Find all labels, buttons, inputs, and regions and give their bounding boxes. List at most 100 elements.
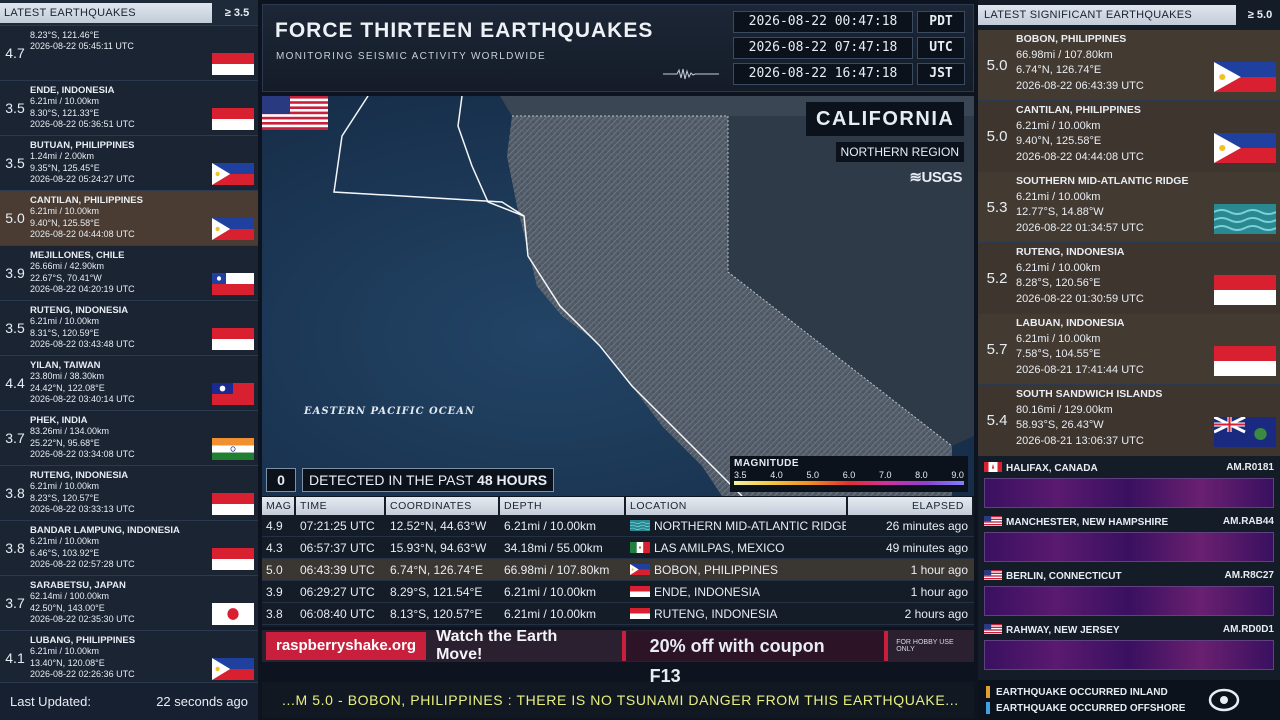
item-name: RUTENG, INDONESIA — [1016, 246, 1125, 258]
seismic-stations: HALIFAX, CANADA AM.R0181 MANCHESTER, NEW H… — [978, 458, 1280, 674]
station-label: RAHWAY, NEW JERSEY AM.RD0D1 — [984, 624, 1274, 636]
item-magnitude: 3.5 — [5, 155, 25, 171]
table-row[interactable]: 3.8 06:08:40 UTC 8.13°S, 120.57°E 6.21mi / … — [262, 603, 974, 625]
item-dist: 6.21mi / 10.00km — [30, 206, 100, 217]
item-magnitude: 4.7 — [5, 45, 25, 61]
list-item[interactable]: 3.8 BANDAR LAMPUNG, INDONESIA 6.21mi / 10.… — [0, 521, 258, 576]
list-item[interactable]: 3.5 RUTENG, INDONESIA 6.21mi / 10.00km 8.31… — [0, 301, 258, 356]
magnitude-filter[interactable]: ≥ 3.5 — [216, 7, 258, 19]
cell-coordinates: 6.74°N, 126.74°E — [390, 563, 483, 577]
usa-flag-icon — [262, 96, 328, 130]
ad-banner[interactable]: raspberryshake.org Watch the Earth Move!… — [262, 628, 974, 686]
india-flag-icon — [212, 438, 254, 460]
region-map[interactable]: CALIFORNIA NORTHERN REGION ≋USGS EASTERN… — [262, 96, 974, 496]
list-item[interactable]: 4.7 8.23°S, 121.46°E 2026-08-22 05:45:11 U… — [0, 26, 258, 81]
indonesia-flag-icon — [630, 608, 650, 619]
list-item[interactable]: 5.3 SOUTHERN MID-ATLANTIC RIDGE 6.21mi / 1… — [978, 172, 1280, 243]
table-row[interactable]: 5.0 06:43:39 UTC 6.74°N, 126.74°E 66.98mi /… — [262, 559, 974, 581]
indonesia-flag-icon — [212, 548, 254, 570]
list-item[interactable]: 5.0 CANTILAN, PHILIPPINES 6.21mi / 10.00km… — [0, 191, 258, 246]
magnitude-filter[interactable]: ≥ 5.0 — [1240, 9, 1280, 21]
list-item[interactable]: 3.8 RUTENG, INDONESIA 6.21mi / 10.00km 8.23… — [0, 466, 258, 521]
list-item[interactable]: 4.1 LUBANG, PHILIPPINES 6.21mi / 10.00km 13… — [0, 631, 258, 686]
list-item[interactable]: 3.5 ENDE, INDONESIA 6.21mi / 10.00km 8.30°S… — [0, 81, 258, 136]
column-header[interactable]: DEPTH — [500, 497, 624, 515]
cell-time: 06:08:40 UTC — [300, 607, 375, 621]
ocean-flag-icon — [1214, 204, 1276, 234]
legend-ticks: 3.5 4.0 5.0 6.0 7.0 8.0 9.0 — [734, 470, 964, 480]
cell-depth: 66.98mi / 107.80km — [504, 563, 610, 577]
item-dist: 6.21mi / 10.00km — [30, 96, 100, 107]
item-magnitude: 5.0 — [5, 210, 25, 226]
list-item[interactable]: 5.7 LABUAN, INDONESIA 6.21mi / 10.00km 7.58… — [978, 314, 1280, 385]
item-name: BUTUAN, PHILIPPINES — [30, 140, 135, 151]
list-item[interactable]: 5.0 CANTILAN, PHILIPPINES 6.21mi / 10.00km… — [978, 101, 1280, 172]
cell-elapsed: 2 hours ago — [904, 607, 968, 621]
legend-tick: 6.0 — [842, 470, 856, 480]
spectrogram — [984, 478, 1274, 508]
station-feed[interactable]: RAHWAY, NEW JERSEY AM.RD0D1 — [978, 620, 1280, 674]
column-header[interactable]: MAG — [262, 497, 294, 515]
item-name: CANTILAN, PHILIPPINES — [30, 195, 143, 206]
clock-zone: PDT — [917, 11, 965, 33]
item-dist: 23.80mi / 38.30km — [30, 371, 105, 382]
list-item[interactable]: 5.4 SOUTH SANDWICH ISLANDS 80.16mi / 129.0… — [978, 385, 1280, 456]
station-feed[interactable]: MANCHESTER, NEW HAMPSHIRE AM.RAB44 — [978, 512, 1280, 566]
column-header[interactable]: ELAPSED — [848, 497, 972, 515]
item-dist: 6.21mi / 10.00km — [30, 481, 100, 492]
list-item[interactable]: 3.5 BUTUAN, PHILIPPINES 1.24mi / 2.00km 9.3… — [0, 136, 258, 191]
clock-datetime: 2026-08-22 16:47:18 — [733, 63, 913, 85]
item-magnitude: 4.4 — [5, 375, 25, 391]
cell-depth: 6.21mi / 10.00km — [504, 585, 597, 599]
significant-earthquakes-panel: LATEST SIGNIFICANT EARTHQUAKES ≥ 5.0 5.0… — [978, 0, 1280, 720]
item-magnitude: 5.3 — [986, 198, 1008, 216]
cell-magnitude: 4.9 — [266, 519, 283, 533]
cell-time: 07:21:25 UTC — [300, 519, 375, 533]
station-feed[interactable]: BERLIN, CONNECTICUT AM.R8C27 — [978, 566, 1280, 620]
item-name: BOBON, PHILIPPINES — [1016, 33, 1127, 45]
station-name: BERLIN, CONNECTICUT — [1006, 571, 1122, 582]
item-magnitude: 5.0 — [986, 56, 1008, 74]
significant-list: 5.0 BOBON, PHILIPPINES 66.98mi / 107.80km 6… — [978, 30, 1280, 456]
table-row[interactable]: 3.9 06:29:27 UTC 8.29°S, 121.54°E 6.21mi / … — [262, 581, 974, 603]
cell-elapsed: 1 hour ago — [910, 585, 968, 599]
banner-disclaimer: FOR HOBBY USE ONLY — [896, 639, 954, 653]
column-header[interactable]: TIME — [296, 497, 384, 515]
seismograph-icon — [663, 68, 719, 80]
philippines-flag-icon — [212, 658, 254, 680]
station-name: MANCHESTER, NEW HAMPSHIRE — [1006, 517, 1169, 528]
legend-color-bar — [734, 481, 964, 485]
item-dist: 6.21mi / 10.00km — [1016, 119, 1101, 132]
item-magnitude: 5.2 — [986, 269, 1008, 287]
item-magnitude: 4.1 — [5, 650, 25, 666]
item-dist: 80.16mi / 129.00km — [1016, 403, 1113, 416]
station-feed[interactable]: HALIFAX, CANADA AM.R0181 — [978, 458, 1280, 512]
region-name: CALIFORNIA — [806, 102, 965, 136]
legend-tick: 4.0 — [770, 470, 783, 480]
indonesia-flag-icon — [630, 586, 650, 597]
list-item[interactable]: 3.9 MEJILLONES, CHILE 26.66mi / 42.90km 22.… — [0, 246, 258, 301]
legend-tick: 3.5 — [734, 470, 747, 480]
item-magnitude: 5.4 — [986, 411, 1008, 429]
column-header[interactable]: COORDINATES — [386, 497, 498, 515]
latest-earthquakes-panel: LATEST EARTHQUAKES ≥ 3.5 4.7 8.23°S, 121.… — [0, 0, 258, 720]
last-updated-value: 22 seconds ago — [156, 694, 248, 709]
earthquake-list: 4.7 8.23°S, 121.46°E 2026-08-22 05:45:11 U… — [0, 26, 258, 720]
list-item[interactable]: 5.2 RUTENG, INDONESIA 6.21mi / 10.00km 8.28… — [978, 243, 1280, 314]
list-item[interactable]: 4.4 YILAN, TAIWAN 23.80mi / 38.30km 24.42°N… — [0, 356, 258, 411]
item-dist: 1.24mi / 2.00km — [30, 151, 95, 162]
table-row[interactable]: 4.3 06:57:37 UTC 15.93°N, 94.63°W 34.18mi /… — [262, 537, 974, 559]
list-item[interactable]: 5.0 BOBON, PHILIPPINES 66.98mi / 107.80km 6… — [978, 30, 1280, 101]
cell-coordinates: 8.13°S, 120.57°E — [390, 607, 483, 621]
spectrogram — [984, 586, 1274, 616]
item-dist: 26.66mi / 42.90km — [30, 261, 105, 272]
item-dist: 6.21mi / 10.00km — [1016, 190, 1101, 203]
table-row[interactable]: 4.9 07:21:25 UTC 12.52°N, 44.63°W 6.21mi / … — [262, 515, 974, 537]
column-header[interactable]: LOCATION — [626, 497, 846, 515]
list-item[interactable]: 3.7 PHEK, INDIA 83.26mi / 134.00km 25.22°N,… — [0, 411, 258, 466]
list-item[interactable]: 3.7 SARABETSU, JAPAN 62.14mi / 100.00km 42.… — [0, 576, 258, 631]
item-magnitude: 3.8 — [5, 485, 25, 501]
banner-site[interactable]: raspberryshake.org — [266, 632, 427, 660]
detected-label-text: DETECTED IN THE PAST — [309, 472, 474, 488]
station-code: AM.R8C27 — [1224, 570, 1274, 581]
